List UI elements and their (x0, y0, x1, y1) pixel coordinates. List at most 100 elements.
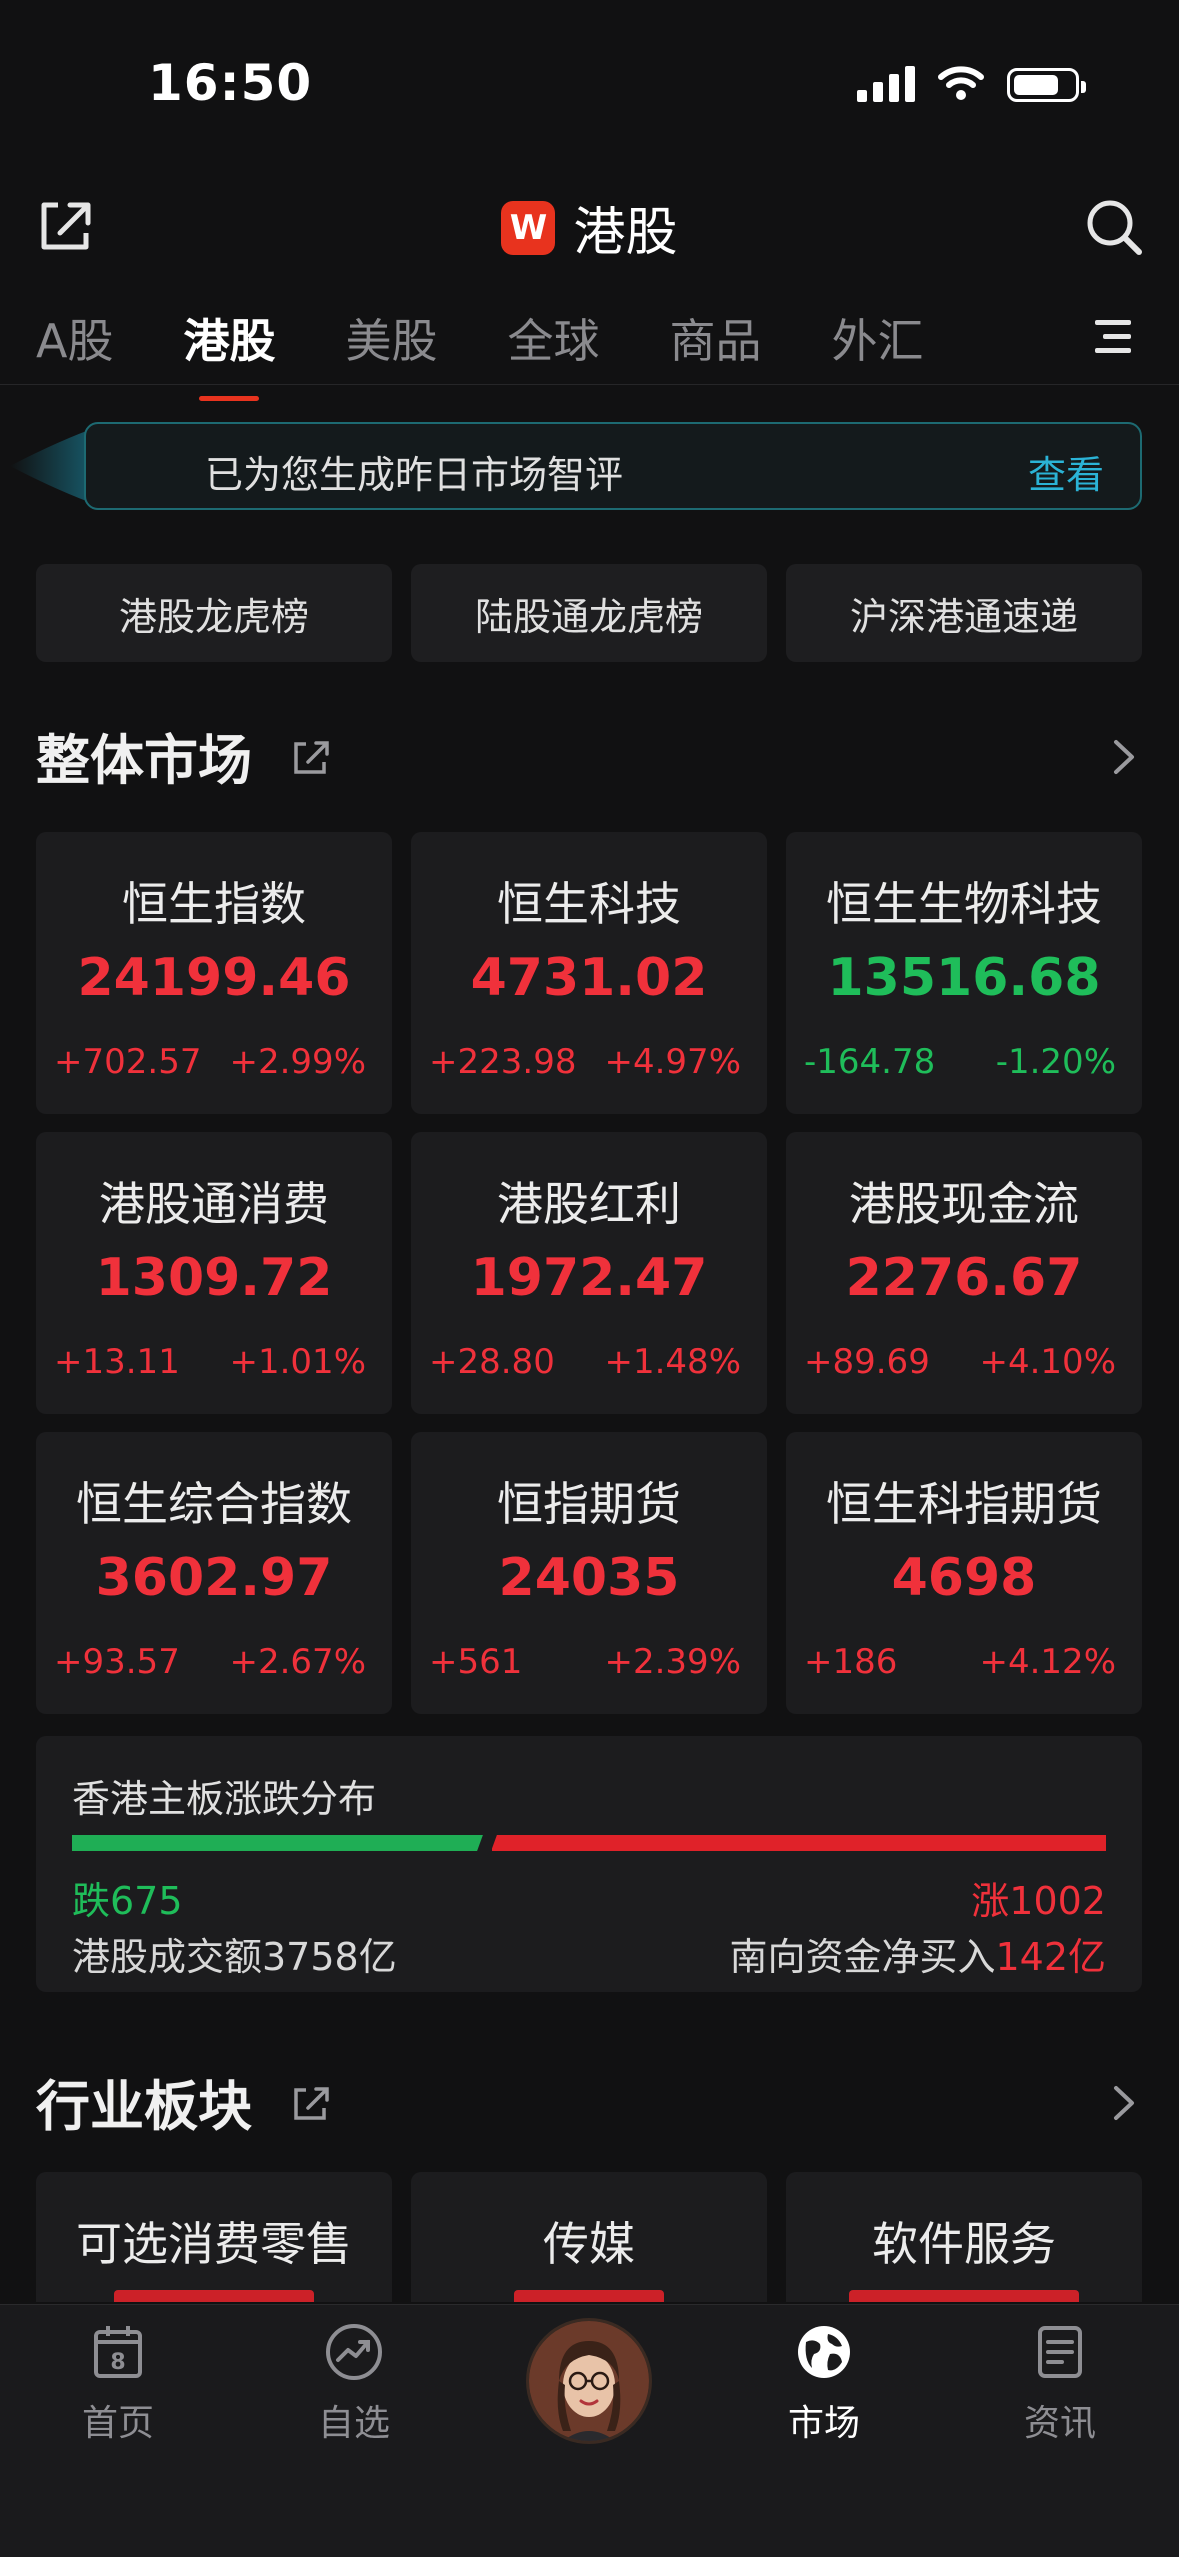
index-card[interactable]: 港股现金流 2276.67 +89.69 +4.10% (786, 1132, 1142, 1414)
index-name: 恒生综合指数 (76, 1477, 352, 1531)
sector-name: 软件服务 (872, 2217, 1056, 2271)
nav-news-label: 资讯 (1023, 2403, 1096, 2444)
page-title-text: 港股 (573, 203, 678, 263)
index-name: 港股通消费 (99, 1177, 329, 1231)
app-logo: W (501, 200, 556, 255)
chevron-right-icon[interactable] (1110, 736, 1138, 778)
chevron-right-icon[interactable] (1110, 2082, 1138, 2124)
tab-global[interactable]: 全球 (507, 305, 599, 371)
sector-card[interactable]: 可选消费零售 (36, 2172, 392, 2302)
tabs-divider (0, 384, 1179, 385)
index-change-percent: +4.10% (979, 1342, 1117, 1382)
hk-turnover: 港股成交额3758亿 (72, 1935, 397, 1979)
index-change: +28.80 (429, 1342, 555, 1382)
globe-icon (798, 2326, 850, 2378)
page-title: W 港股 (0, 190, 1179, 265)
breadth-bar-down (72, 1835, 488, 1851)
sector-card[interactable]: 传媒 (411, 2172, 767, 2302)
tabs-fade-overlay (1010, 300, 1070, 370)
index-price: 3602.97 (95, 1548, 333, 1608)
breadth-down-count: 跌675 (72, 1879, 183, 1923)
index-change: +702.57 (54, 1042, 202, 1082)
index-change-percent: +2.99% (229, 1042, 367, 1082)
index-name: 恒生指数 (122, 877, 306, 931)
index-card[interactable]: 恒生科指期货 4698 +186 +4.12% (786, 1432, 1142, 1714)
ai-assistant-avatar-icon (529, 2321, 649, 2441)
external-link-icon[interactable] (290, 736, 332, 778)
nav-news[interactable]: 资讯 (990, 2320, 1130, 2446)
index-change: +186 (804, 1642, 898, 1682)
cellular-signal-icon (857, 64, 915, 102)
status-icons (857, 64, 1086, 102)
status-time: 16:50 (148, 54, 313, 112)
index-name: 港股现金流 (849, 1177, 1079, 1231)
sector-section-title: 行业板块 (36, 2075, 252, 2138)
svg-text:8: 8 (110, 2350, 125, 2375)
index-name: 恒生科指期货 (826, 1477, 1102, 1531)
hk-top-list-button[interactable]: 港股龙虎榜 (36, 564, 392, 662)
calendar-icon: 8 (94, 2326, 142, 2378)
tab-a-shares[interactable]: A股 (36, 305, 113, 371)
connect-express-button[interactable]: 沪深港通速递 (786, 564, 1142, 662)
external-link-icon[interactable] (290, 2082, 332, 2124)
index-price: 13516.68 (827, 948, 1101, 1008)
nav-watchlist[interactable]: 自选 (284, 2320, 424, 2446)
southbound-flow: 南向资金净买入142亿 (729, 1926, 1106, 1981)
trend-icon (326, 2324, 382, 2380)
index-card[interactable]: 恒生科技 4731.02 +223.98 +4.97% (411, 832, 767, 1114)
index-change-percent: -1.20% (995, 1042, 1116, 1082)
index-card[interactable]: 恒生生物科技 13516.68 -164.78 -1.20% (786, 832, 1142, 1114)
index-change: +93.57 (54, 1642, 180, 1682)
tab-hk-shares[interactable]: 港股 (183, 305, 275, 401)
index-change-percent: +4.12% (979, 1642, 1117, 1682)
sector-name: 可选消费零售 (76, 2217, 352, 2271)
search-icon[interactable] (1083, 196, 1145, 258)
breadth-up-count: 涨1002 (971, 1879, 1106, 1923)
sector-card[interactable]: 软件服务 (786, 2172, 1142, 2302)
southbound-label: 南向资金净买入 (729, 1935, 996, 1979)
index-change-percent: +1.48% (604, 1342, 742, 1382)
nav-market-label: 市场 (787, 2403, 860, 2444)
index-change-percent: +1.01% (229, 1342, 367, 1382)
southbound-value: 142亿 (995, 1935, 1106, 1979)
menu-icon[interactable] (1091, 318, 1135, 354)
market-tabs: A股 港股 美股 全球 商品 外汇 (36, 305, 993, 401)
ai-summary-view-link[interactable]: 查看 (1028, 444, 1104, 499)
index-price: 4731.02 (470, 948, 708, 1008)
index-change: +223.98 (429, 1042, 577, 1082)
index-change: +13.11 (54, 1342, 180, 1382)
avatar[interactable] (526, 2318, 652, 2444)
index-change: +561 (429, 1642, 523, 1682)
nav-market[interactable]: 市场 (754, 2320, 894, 2446)
index-price: 4698 (891, 1548, 1037, 1608)
ai-summary-text: 已为您生成昨日市场智评 (205, 453, 624, 497)
index-name: 恒指期货 (497, 1477, 681, 1531)
index-price: 24035 (498, 1548, 680, 1608)
tab-commodities[interactable]: 商品 (669, 305, 761, 371)
index-card[interactable]: 恒指期货 24035 +561 +2.39% (411, 1432, 767, 1714)
breadth-bar-up (492, 1835, 1106, 1851)
index-card[interactable]: 港股红利 1972.47 +28.80 +1.48% (411, 1132, 767, 1414)
index-price: 1309.72 (95, 1248, 333, 1308)
tab-forex[interactable]: 外汇 (831, 305, 923, 371)
index-change-percent: +2.39% (604, 1642, 742, 1682)
sector-name: 传媒 (543, 2217, 635, 2271)
index-name: 恒生科技 (497, 877, 681, 931)
connect-top-list-button[interactable]: 陆股通龙虎榜 (411, 564, 767, 662)
index-card[interactable]: 港股通消费 1309.72 +13.11 +1.01% (36, 1132, 392, 1414)
nav-home[interactable]: 8 首页 (48, 2320, 188, 2446)
index-price: 1972.47 (470, 1248, 708, 1308)
battery-icon (1007, 68, 1086, 102)
tab-us-shares[interactable]: 美股 (345, 305, 437, 371)
index-change: -164.78 (804, 1042, 936, 1082)
index-card[interactable]: 恒生综合指数 3602.97 +93.57 +2.67% (36, 1432, 392, 1714)
index-card[interactable]: 恒生指数 24199.46 +702.57 +2.99% (36, 832, 392, 1114)
nav-watchlist-label: 自选 (317, 2403, 390, 2444)
index-change-percent: +4.97% (604, 1042, 742, 1082)
news-icon (1038, 2326, 1082, 2378)
index-change: +89.69 (804, 1342, 930, 1382)
index-price: 24199.46 (77, 948, 351, 1008)
index-price: 2276.67 (845, 1248, 1083, 1308)
index-name: 港股红利 (497, 1177, 681, 1231)
nav-home-label: 首页 (81, 2403, 154, 2444)
